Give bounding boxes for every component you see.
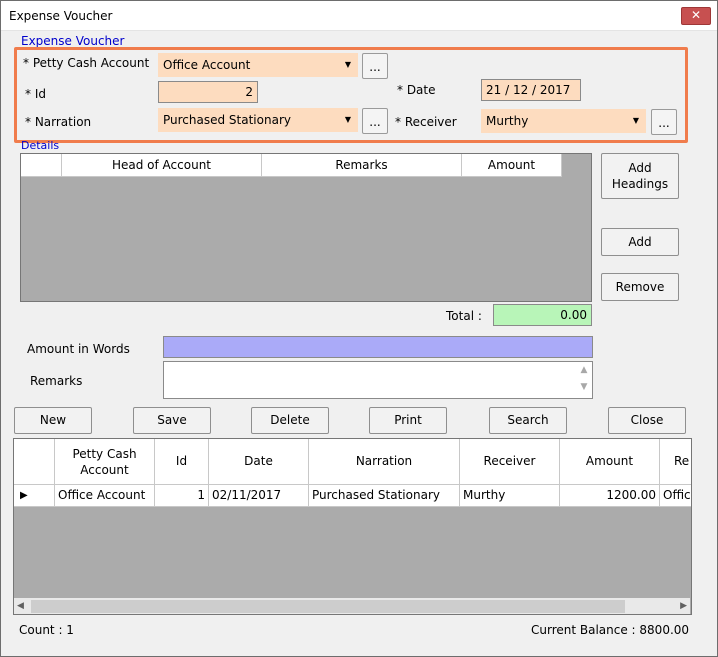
scroll-down-icon[interactable]: ▼ [576, 379, 592, 396]
petty-cash-browse-button[interactable]: ... [362, 53, 388, 79]
row-date[interactable]: 02/11/2017 [209, 485, 309, 507]
voucher-list-grid[interactable]: Petty Cash Account Id Date Narration Rec… [13, 438, 692, 615]
chevron-down-icon[interactable]: ▼ [339, 109, 357, 131]
scroll-left-icon[interactable]: ◀ [17, 598, 24, 614]
scroll-right-icon[interactable]: ▶ [680, 598, 687, 614]
new-button[interactable]: New [14, 407, 92, 434]
record-count: Count : 1 [19, 623, 74, 637]
current-balance: Current Balance : 8800.00 [531, 623, 690, 637]
details-col-amount[interactable]: Amount [462, 154, 562, 177]
petty-cash-value: Office Account [163, 58, 251, 72]
add-button[interactable]: Add [601, 228, 679, 256]
title-bar: Expense Voucher ✕ [1, 1, 717, 31]
list-col-petty-cash[interactable]: Petty Cash Account [55, 439, 155, 485]
window-close-button[interactable]: ✕ [681, 7, 711, 25]
row-receiver[interactable]: Murthy [460, 485, 560, 507]
id-field[interactable]: 2 [158, 81, 258, 103]
receiver-browse-button[interactable]: ... [651, 109, 677, 135]
receiver-value: Murthy [486, 114, 529, 128]
scroll-up-icon[interactable]: ▲ [576, 362, 592, 379]
row-selector-icon[interactable]: ▶ [14, 485, 55, 507]
date-field[interactable]: 21 / 12 / 2017 [481, 79, 581, 101]
id-label: * Id [25, 87, 46, 101]
voucher-group-title: Expense Voucher [21, 34, 125, 48]
chevron-down-icon[interactable]: ▼ [627, 110, 645, 132]
narration-browse-button[interactable]: ... [362, 108, 388, 134]
row-amount[interactable]: 1200.00 [560, 485, 660, 507]
print-button[interactable]: Print [369, 407, 447, 434]
total-label: Total : [446, 309, 482, 323]
row-petty-cash[interactable]: Office Account [55, 485, 155, 507]
delete-button[interactable]: Delete [251, 407, 329, 434]
petty-cash-label: * Petty Cash Account [23, 56, 150, 70]
list-row-header-corner [14, 439, 55, 485]
details-col-head-of-account[interactable]: Head of Account [62, 154, 262, 177]
add-headings-button[interactable]: Add Headings [601, 153, 679, 199]
remarks-scrollbar[interactable]: ▲ ▼ [576, 362, 592, 398]
remarks-label: Remarks [30, 374, 83, 388]
row-id[interactable]: 1 [155, 485, 209, 507]
amount-words-field [163, 336, 593, 358]
receiver-label: * Receiver [395, 115, 457, 129]
amount-words-label: Amount in Words [27, 342, 130, 356]
row-remarks[interactable]: Offic [660, 485, 691, 507]
list-col-date[interactable]: Date [209, 439, 309, 485]
expense-voucher-window: Expense Voucher ✕ Expense Voucher * Pett… [0, 0, 718, 657]
scroll-thumb[interactable] [31, 600, 625, 613]
narration-combo[interactable]: Purchased Stationary ▼ [158, 108, 358, 132]
list-horizontal-scrollbar[interactable]: ◀ ▶ [14, 598, 690, 614]
narration-value: Purchased Stationary [163, 113, 291, 127]
list-col-narration[interactable]: Narration [309, 439, 460, 485]
chevron-down-icon[interactable]: ▼ [339, 54, 357, 76]
remarks-field[interactable]: ▲ ▼ [163, 361, 593, 399]
details-grid[interactable]: Head of Account Remarks Amount [20, 153, 592, 302]
close-button[interactable]: Close [608, 407, 686, 434]
row-narration[interactable]: Purchased Stationary [309, 485, 460, 507]
details-row-header-corner [21, 154, 62, 177]
details-group-title: Details [21, 139, 60, 152]
receiver-combo[interactable]: Murthy ▼ [481, 109, 646, 133]
list-col-amount[interactable]: Amount [560, 439, 660, 485]
list-col-id[interactable]: Id [155, 439, 209, 485]
list-col-remarks[interactable]: Re [660, 439, 691, 485]
search-button[interactable]: Search [489, 407, 567, 434]
list-col-receiver[interactable]: Receiver [460, 439, 560, 485]
petty-cash-combo[interactable]: Office Account ▼ [158, 53, 358, 77]
details-col-remarks[interactable]: Remarks [262, 154, 462, 177]
window-title: Expense Voucher [9, 9, 113, 23]
remove-button[interactable]: Remove [601, 273, 679, 301]
date-label: * Date [397, 83, 436, 97]
total-value: 0.00 [493, 304, 592, 326]
save-button[interactable]: Save [133, 407, 211, 434]
narration-label: * Narration [25, 115, 92, 129]
